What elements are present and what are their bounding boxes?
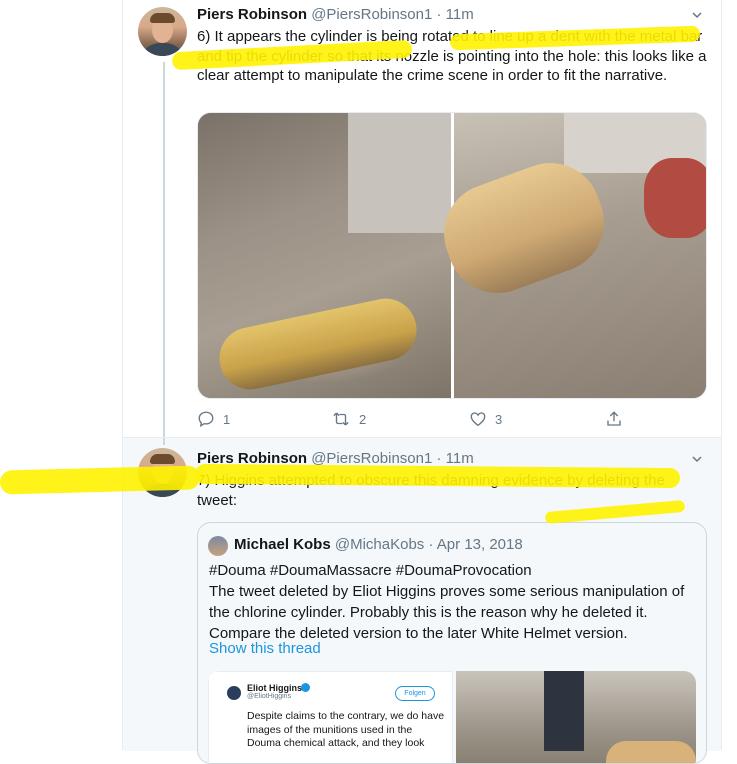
quoted-tweet-media[interactable]: Eliot Higgins @EliotHiggins Folgen Despi… [208,671,696,763]
thread-line-top [163,438,165,445]
tweet-time[interactable]: · 11m [437,6,474,23]
share-icon [607,411,621,426]
tweet-text: 7) Higgins attempted to obscure this dam… [197,472,665,509]
share-button[interactable] [605,410,623,428]
reply-button[interactable]: 1 [197,410,230,428]
author-handle[interactable]: @PiersRobinson1 [311,6,432,23]
verified-badge-icon [301,683,310,692]
cylinder-photo-right[interactable] [430,113,706,398]
reply-icon [198,411,214,428]
tweet-header: Piers Robinson @PiersRobinson1 · 11m [197,450,474,467]
tweet-1[interactable]: Piers Robinson @PiersRobinson1 · 11m 6) … [123,0,721,437]
embedded-tweet-screenshot[interactable]: Eliot Higgins @EliotHiggins Folgen Despi… [208,671,453,763]
embedded-follow-button: Folgen [395,686,435,701]
retweet-button[interactable]: 2 [331,410,366,428]
tweet-text: 6) It appears the cylinder is being rota… [197,28,707,84]
heart-icon [470,412,486,427]
show-thread-link[interactable]: Show this thread [209,640,321,657]
embedded-author-handle: @EliotHiggins [247,693,292,700]
tweet-2[interactable]: Piers Robinson @PiersRobinson1 · 11m 7) … [123,437,721,764]
quoted-author-avatar[interactable] [208,536,228,556]
like-count: 3 [495,411,503,427]
embedded-author-name: Eliot Higgins [247,683,302,693]
quoted-author-handle[interactable]: @MichaKobs [335,536,424,553]
embedded-avatar [227,686,241,700]
chevron-down-icon[interactable] [692,454,702,464]
embedded-tweet-text: Despite claims to the contrary, we do ha… [247,710,445,749]
quoted-tweet[interactable]: Michael Kobs @MichaKobs · Apr 13, 2018 #… [197,522,707,764]
author-avatar[interactable] [138,7,187,56]
quoted-tweet-header: Michael Kobs @MichaKobs · Apr 13, 2018 [234,536,523,553]
quoted-photo[interactable] [456,671,696,763]
quoted-tweet-date[interactable]: · Apr 13, 2018 [428,536,522,553]
author-name[interactable]: Piers Robinson [197,6,307,23]
retweet-count: 2 [359,411,367,427]
chevron-down-icon[interactable] [692,10,702,20]
timeline-right-border [721,0,722,750]
tweet-header: Piers Robinson @PiersRobinson1 · 11m [197,6,474,23]
like-button[interactable]: 3 [469,410,502,428]
author-avatar[interactable] [138,448,187,497]
tweet-media[interactable] [197,112,707,399]
quoted-author-name[interactable]: Michael Kobs [234,536,331,553]
cylinder-photo-left[interactable] [198,113,458,398]
author-handle[interactable]: @PiersRobinson1 [311,450,432,467]
reply-count: 1 [223,411,231,427]
retweet-icon [333,412,349,426]
author-name[interactable]: Piers Robinson [197,450,307,467]
thread-line [163,62,165,437]
quoted-tweet-text: #Douma #DoumaMassacre #DoumaProvocation … [209,562,685,642]
tweet-time[interactable]: · 11m [437,450,474,467]
